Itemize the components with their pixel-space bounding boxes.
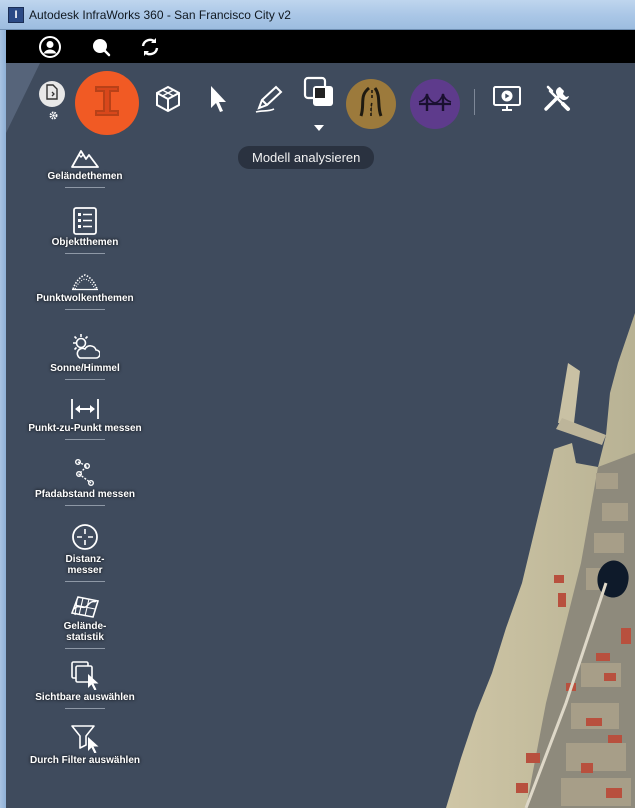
bridges-button[interactable] xyxy=(410,79,460,129)
list-icon xyxy=(20,207,150,235)
bridge-icon xyxy=(418,91,452,118)
divider xyxy=(65,309,105,310)
top-toolbar xyxy=(6,30,635,63)
filter-select-icon xyxy=(20,723,150,753)
tool-label: Durch Filter auswählen xyxy=(29,755,141,766)
divider xyxy=(65,708,105,709)
window-title: Autodesk InfraWorks 360 - San Francisco … xyxy=(29,8,291,22)
user-icon[interactable] xyxy=(38,35,62,59)
tool-terrain-themes[interactable]: Geländethemen xyxy=(20,145,150,188)
cube-icon xyxy=(153,84,183,119)
terrain-grid-icon xyxy=(20,591,150,619)
tool-label: Punktwolkenthemen xyxy=(36,293,134,304)
tool-select-by-filter[interactable]: Durch Filter auswählen xyxy=(20,723,150,766)
chevron-down-icon xyxy=(314,118,324,136)
cursor-arrow-icon xyxy=(207,84,229,119)
monitor-play-icon xyxy=(492,83,522,118)
presentation-button[interactable] xyxy=(490,83,524,117)
pencil-icon xyxy=(253,84,283,119)
infraworks-home-button[interactable] xyxy=(75,71,139,135)
tool-point-cloud-themes[interactable]: Punktwolkenthemen xyxy=(20,271,150,310)
tool-label: Distanz- messer xyxy=(65,554,105,576)
tooltip: Modell analysieren xyxy=(238,146,375,169)
divider xyxy=(65,187,105,188)
tool-sun-sky[interactable]: Sonne/Himmel xyxy=(20,333,150,380)
divider xyxy=(65,379,105,380)
roads-button[interactable] xyxy=(346,79,396,129)
path-distance-icon xyxy=(20,459,150,487)
mountain-icon xyxy=(20,145,150,169)
tool-path-distance-measure[interactable]: Pfadabstand messen xyxy=(20,459,150,506)
settings-gear-button[interactable] xyxy=(47,111,59,123)
tool-label: Pfadabstand messen xyxy=(34,489,136,500)
overlap-squares-icon xyxy=(302,75,336,114)
select-visible-icon xyxy=(20,660,150,690)
divider xyxy=(65,439,105,440)
tool-label: Sonne/Himmel xyxy=(50,363,120,374)
divider xyxy=(65,581,105,582)
create-model-button[interactable] xyxy=(152,85,184,117)
model-viewport[interactable]: Modell analysieren Geländethemen Objektt… xyxy=(6,63,635,808)
tool-label: Punkt-zu-Punkt messen xyxy=(28,423,142,434)
ribbon-divider xyxy=(474,89,475,115)
tool-object-themes[interactable]: Objektthemen xyxy=(20,207,150,254)
divider xyxy=(65,648,105,649)
sync-icon[interactable] xyxy=(138,35,162,59)
tool-distance-gauge[interactable]: Distanz- messer xyxy=(20,522,150,582)
divider xyxy=(65,505,105,506)
point-cloud-icon xyxy=(20,271,150,291)
tool-terrain-statistics[interactable]: Gelände- statistik xyxy=(20,591,150,649)
measure-arrows-icon xyxy=(20,397,150,421)
tools-button[interactable] xyxy=(540,83,574,117)
tool-label: Sichtbare auswählen xyxy=(35,692,135,703)
tool-label: Objektthemen xyxy=(51,237,119,248)
tool-point-to-point-measure[interactable]: Punkt-zu-Punkt messen xyxy=(20,397,150,440)
gear-icon xyxy=(48,108,59,126)
infraworks-logo-icon xyxy=(93,84,121,123)
divider xyxy=(65,253,105,254)
tool-select-visible[interactable]: Sichtbare auswählen xyxy=(20,660,150,709)
sketch-button[interactable] xyxy=(252,85,284,117)
tool-label: Geländethemen xyxy=(47,171,123,182)
search-icon[interactable] xyxy=(89,35,113,59)
infraworks-app-icon: I xyxy=(8,7,24,23)
window-titlebar: I Autodesk InfraWorks 360 - San Francisc… xyxy=(0,0,635,30)
road-icon xyxy=(355,86,387,123)
wrench-screwdriver-icon xyxy=(542,83,572,118)
document-gear-icon xyxy=(45,83,59,105)
crosshair-icon xyxy=(20,522,150,552)
tool-label: Gelände- statistik xyxy=(63,621,107,643)
analyze-model-button[interactable] xyxy=(300,76,338,131)
select-button[interactable] xyxy=(204,85,232,117)
model-settings-button[interactable] xyxy=(39,81,65,107)
sun-cloud-icon xyxy=(20,333,150,361)
